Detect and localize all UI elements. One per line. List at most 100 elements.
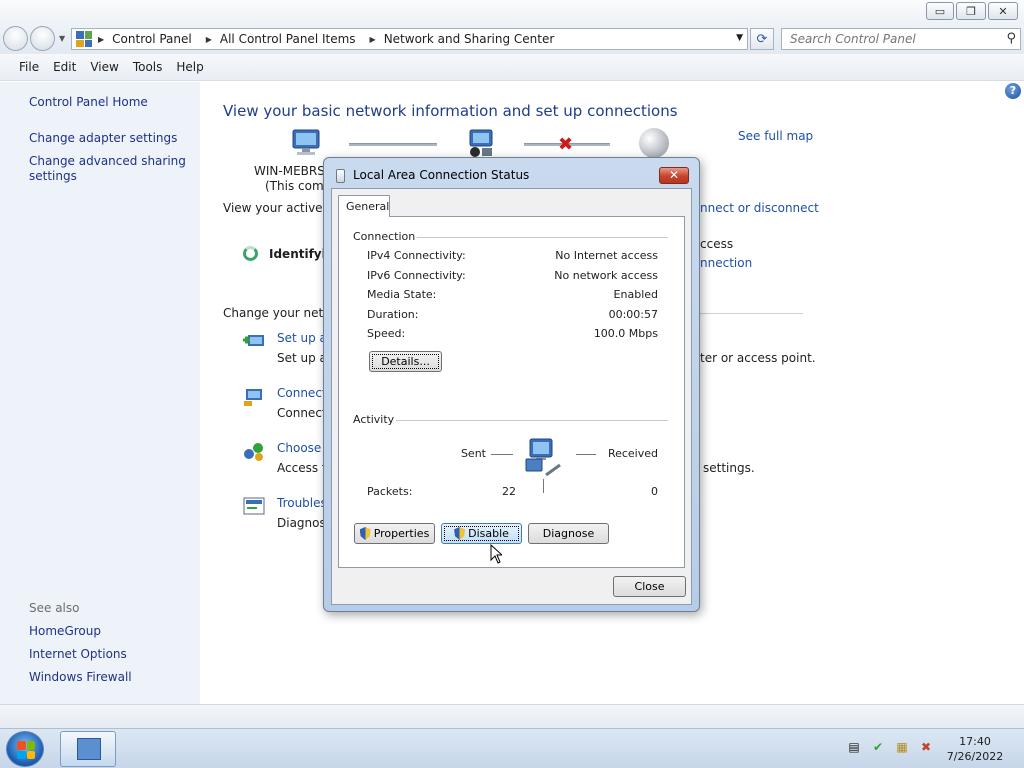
- connection-group-line: [417, 237, 668, 238]
- dialog-close-icon[interactable]: ✕: [659, 167, 689, 184]
- clock-date: 7/26/2022: [946, 750, 1004, 763]
- connection-group-label: Connection: [353, 230, 416, 243]
- access-type-label: ccess: [700, 237, 734, 251]
- start-button[interactable]: [6, 731, 44, 767]
- packets-received-value: 0: [651, 485, 658, 498]
- this-computer-label: (This comp: [265, 179, 332, 193]
- address-bar[interactable]: ▶ Control Panel ▶ All Control Panel Item…: [71, 28, 748, 50]
- task-connect-title[interactable]: Connect: [277, 386, 327, 400]
- uac-shield-icon: [454, 527, 466, 540]
- menu-tools[interactable]: Tools: [133, 60, 163, 74]
- control-panel-home-link[interactable]: Control Panel Home: [29, 95, 148, 109]
- network-adapter-icon: [336, 169, 345, 183]
- address-dropdown-icon[interactable]: ▼: [736, 33, 743, 43]
- uac-shield-icon: [359, 527, 371, 540]
- forward-button[interactable]: [30, 26, 55, 51]
- packets-label: Packets:: [367, 485, 413, 498]
- taskbar: ▤ ✔ ▦ ✖ 17:40 7/26/2022: [0, 728, 1024, 768]
- sent-line: [491, 454, 513, 455]
- recent-pages-dropdown-icon[interactable]: ▼: [59, 34, 65, 43]
- computer-name-label: WIN-MEBRSP: [254, 164, 333, 178]
- maximize-button[interactable]: ❐: [956, 2, 986, 20]
- ipv4-connectivity-value: No Internet access: [555, 249, 658, 262]
- tab-general[interactable]: General: [338, 195, 390, 217]
- breadcrumb-arrow-icon[interactable]: ▶: [370, 35, 376, 44]
- task-setup-title[interactable]: Set up a: [277, 331, 327, 345]
- speed-value: 100.0 Mbps: [593, 327, 658, 340]
- connect-network-icon: [244, 389, 262, 406]
- refresh-icon[interactable]: ⟳: [750, 28, 774, 50]
- tray-network-icon[interactable]: ▦: [894, 739, 910, 755]
- see-full-map-link[interactable]: See full map: [738, 129, 813, 143]
- connection-link[interactable]: nnection: [700, 256, 752, 270]
- ipv4-connectivity-label: IPv4 Connectivity:: [367, 249, 466, 262]
- received-line: [576, 454, 596, 455]
- properties-button-label: Properties: [373, 527, 430, 540]
- network-icon: [469, 129, 493, 157]
- clock-time: 17:40: [959, 735, 991, 748]
- activity-group-line: [396, 420, 668, 421]
- details-button[interactable]: Details...: [369, 351, 442, 372]
- status-bar: [0, 704, 1024, 728]
- close-button[interactable]: Close: [613, 576, 686, 597]
- ipv6-connectivity-label: IPv6 Connectivity:: [367, 269, 466, 282]
- minimize-button[interactable]: ▭: [926, 2, 954, 20]
- dialog-title: Local Area Connection Status: [353, 168, 530, 182]
- breadcrumb-network-sharing[interactable]: Network and Sharing Center: [384, 32, 555, 46]
- search-input[interactable]: [782, 29, 992, 49]
- breadcrumb-control-panel[interactable]: Control Panel: [112, 32, 192, 46]
- homegroup-link[interactable]: HomeGroup: [29, 624, 101, 638]
- windows-firewall-link[interactable]: Windows Firewall: [29, 670, 132, 684]
- change-adapter-settings-link[interactable]: Change adapter settings: [29, 131, 177, 145]
- homegroup-sharing-icon: [244, 443, 263, 461]
- media-state-label: Media State:: [367, 288, 437, 301]
- packets-divider: [543, 479, 544, 493]
- menu-view[interactable]: View: [90, 60, 118, 74]
- properties-button[interactable]: Properties: [354, 523, 435, 544]
- tray-notes-icon[interactable]: ▤: [846, 739, 862, 755]
- page-title: View your basic network information and …: [223, 102, 678, 120]
- no-connection-x-icon: ✖: [558, 134, 574, 155]
- disable-button[interactable]: Disable: [441, 523, 522, 544]
- media-state-value: Enabled: [613, 288, 658, 301]
- task-homegroup-desc-tail: settings.: [703, 461, 755, 475]
- advanced-sharing-link-line2[interactable]: settings: [29, 169, 77, 183]
- task-troubleshoot-title[interactable]: Troubles: [277, 496, 327, 510]
- speed-label: Speed:: [367, 327, 406, 340]
- menu-edit[interactable]: Edit: [53, 60, 76, 74]
- back-button[interactable]: [3, 26, 28, 51]
- breadcrumb-arrow-icon[interactable]: ▶: [98, 35, 104, 44]
- section-divider: [700, 313, 803, 314]
- tray-action-center-icon[interactable]: ✔: [870, 739, 886, 755]
- close-window-button[interactable]: ✕: [988, 2, 1018, 20]
- menu-help[interactable]: Help: [176, 60, 203, 74]
- disable-button-label: Disable: [468, 527, 509, 540]
- breadcrumb-arrow-icon[interactable]: ▶: [206, 35, 212, 44]
- internet-globe-icon: [639, 128, 669, 158]
- diagnose-button[interactable]: Diagnose: [528, 523, 609, 544]
- taskbar-control-panel-button[interactable]: [60, 731, 116, 767]
- network-activity-icon: [525, 438, 561, 477]
- troubleshoot-icon: [243, 497, 265, 515]
- taskbar-clock[interactable]: 17:40 7/26/2022: [940, 734, 1010, 764]
- internet-options-link[interactable]: Internet Options: [29, 647, 127, 661]
- menu-file[interactable]: File: [19, 60, 39, 74]
- network-link-line: [349, 143, 437, 146]
- advanced-sharing-link[interactable]: Change advanced sharing: [29, 154, 186, 168]
- search-icon[interactable]: ⚲: [1006, 31, 1016, 46]
- tray-volume-muted-icon[interactable]: ✖: [918, 739, 934, 755]
- general-tab-panel: Connection IPv4 Connectivity: No Interne…: [338, 216, 685, 568]
- connect-disconnect-link[interactable]: nnect or disconnect: [700, 201, 819, 215]
- system-tray: ▤ ✔ ▦ ✖: [846, 739, 934, 755]
- breadcrumb: ▶ Control Panel ▶ All Control Panel Item…: [98, 32, 568, 46]
- computer-icon: [292, 129, 320, 155]
- windows-logo-icon: [17, 741, 35, 759]
- help-icon[interactable]: ?: [1005, 83, 1021, 99]
- task-connect-desc: Connect: [277, 406, 327, 420]
- duration-label: Duration:: [367, 308, 419, 321]
- control-panel-taskbar-icon: [77, 738, 101, 760]
- task-setup-desc: Set up a: [277, 351, 327, 365]
- breadcrumb-all-items[interactable]: All Control Panel Items: [220, 32, 356, 46]
- dialog-body: General Connection IPv4 Connectivity: No…: [331, 188, 692, 605]
- identifying-spinner-icon: [243, 246, 258, 261]
